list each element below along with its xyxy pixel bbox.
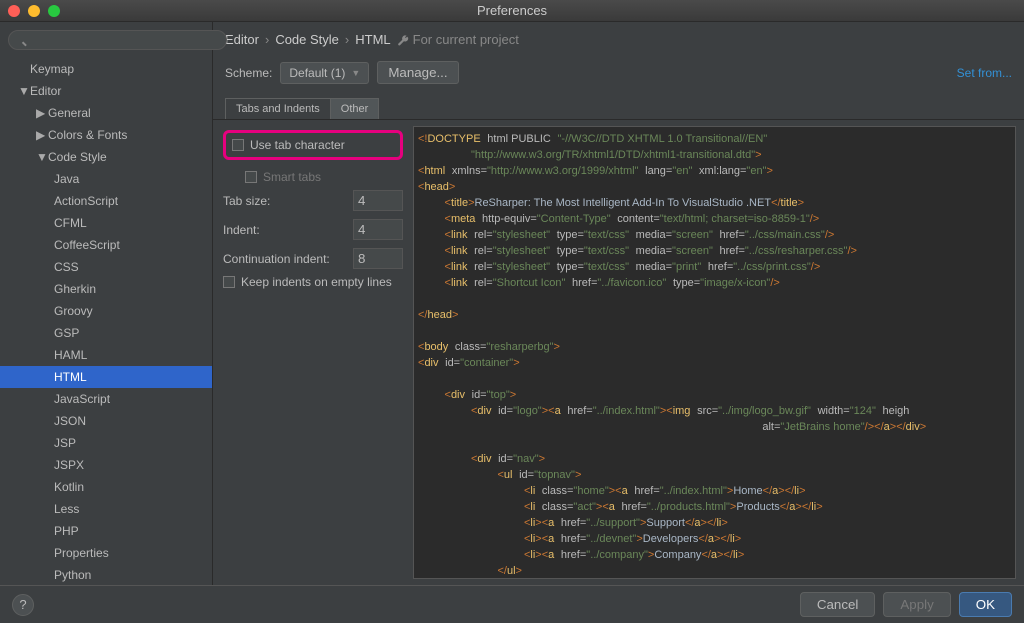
apply-button[interactable]: Apply: [883, 592, 950, 617]
search-wrap: [8, 30, 227, 50]
breadcrumb: Editor › Code Style › HTML For current p…: [213, 22, 1024, 55]
manage-button[interactable]: Manage...: [377, 61, 458, 84]
keep-indents-checkbox-row[interactable]: Keep indents on empty lines: [223, 273, 403, 291]
smart-tabs-label: Smart tabs: [263, 170, 321, 184]
sidebar-item-gsp[interactable]: GSP: [0, 322, 212, 344]
sidebar-item-cfml[interactable]: CFML: [0, 212, 212, 234]
checkbox-icon: [232, 139, 244, 151]
sidebar-item-kotlin[interactable]: Kotlin: [0, 476, 212, 498]
sidebar-item-actionscript[interactable]: ActionScript: [0, 190, 212, 212]
sidebar-item-editor[interactable]: ▼Editor: [0, 80, 212, 102]
search-row: ◀ ▶: [0, 22, 212, 58]
sidebar-item-javascript[interactable]: JavaScript: [0, 388, 212, 410]
smart-tabs-checkbox-row: Smart tabs: [223, 168, 403, 186]
ok-button[interactable]: OK: [959, 592, 1012, 617]
project-scope: For current project: [397, 32, 519, 47]
tab-size-row: Tab size:: [223, 186, 403, 215]
indent-label: Indent:: [223, 223, 260, 237]
titlebar: Preferences: [0, 0, 1024, 22]
sidebar-item-gherkin[interactable]: Gherkin: [0, 278, 212, 300]
cont-indent-row: Continuation indent:: [223, 244, 403, 273]
window-title: Preferences: [477, 3, 547, 18]
zoom-window-icon[interactable]: [48, 5, 60, 17]
sidebar-item-java[interactable]: Java: [0, 168, 212, 190]
indent-input[interactable]: [353, 219, 403, 240]
bottom-bar: ? Cancel Apply OK: [0, 585, 1024, 623]
highlight-use-tab: Use tab character: [223, 130, 403, 160]
indent-row: Indent:: [223, 215, 403, 244]
sidebar-item-haml[interactable]: HAML: [0, 344, 212, 366]
main-area: ◀ ▶ Keymap▼Editor▶General▶Colors & Fonts…: [0, 22, 1024, 585]
scheme-select[interactable]: Default (1) ▼: [280, 62, 369, 84]
tab-tabs-indents[interactable]: Tabs and Indents: [225, 98, 331, 119]
close-window-icon[interactable]: [8, 5, 20, 17]
sidebar-item-jsp[interactable]: JSP: [0, 432, 212, 454]
wrench-icon: [397, 34, 409, 46]
tab-size-label: Tab size:: [223, 194, 270, 208]
scheme-label: Scheme:: [225, 66, 272, 80]
settings-tree[interactable]: Keymap▼Editor▶General▶Colors & Fonts▼Cod…: [0, 58, 212, 585]
sidebar-item-css[interactable]: CSS: [0, 256, 212, 278]
cont-indent-input[interactable]: [353, 248, 403, 269]
sidebar-item-php[interactable]: PHP: [0, 520, 212, 542]
breadcrumb-seg: Code Style: [275, 32, 339, 47]
sidebar-item-keymap[interactable]: Keymap: [0, 58, 212, 80]
sidebar-item-jspx[interactable]: JSPX: [0, 454, 212, 476]
content-pane: Editor › Code Style › HTML For current p…: [213, 22, 1024, 585]
tab-size-input[interactable]: [353, 190, 403, 211]
sidebar: ◀ ▶ Keymap▼Editor▶General▶Colors & Fonts…: [0, 22, 213, 585]
tabs: Tabs and Indents Other: [213, 94, 1024, 120]
sidebar-item-json[interactable]: JSON: [0, 410, 212, 432]
cancel-button[interactable]: Cancel: [800, 592, 876, 617]
scheme-value: Default (1): [289, 66, 345, 80]
sidebar-item-less[interactable]: Less: [0, 498, 212, 520]
keep-indents-label: Keep indents on empty lines: [241, 275, 392, 289]
sidebar-item-properties[interactable]: Properties: [0, 542, 212, 564]
minimize-window-icon[interactable]: [28, 5, 40, 17]
help-button[interactable]: ?: [12, 594, 34, 616]
cont-indent-label: Continuation indent:: [223, 252, 330, 266]
traffic-lights: [8, 5, 60, 17]
code-preview: <!DOCTYPE html PUBLIC "-//W3C//DTD XHTML…: [413, 126, 1016, 579]
breadcrumb-seg: Editor: [225, 32, 259, 47]
sidebar-item-code-style[interactable]: ▼Code Style: [0, 146, 212, 168]
project-scope-label: For current project: [413, 32, 519, 47]
checkbox-icon: [245, 171, 257, 183]
scheme-row: Scheme: Default (1) ▼ Manage... Set from…: [213, 55, 1024, 94]
sidebar-item-colors-fonts[interactable]: ▶Colors & Fonts: [0, 124, 212, 146]
sidebar-item-general[interactable]: ▶General: [0, 102, 212, 124]
sidebar-item-python[interactable]: Python: [0, 564, 212, 585]
set-from-link[interactable]: Set from...: [957, 66, 1012, 80]
tab-other[interactable]: Other: [330, 98, 380, 119]
checkbox-icon: [223, 276, 235, 288]
use-tab-label: Use tab character: [250, 138, 345, 152]
chevron-down-icon: ▼: [351, 68, 360, 78]
chevron-right-icon: ›: [345, 32, 349, 47]
sidebar-item-html[interactable]: HTML: [0, 366, 212, 388]
tab-body: ◉ Use tab character Smart tabs Tab size:: [213, 120, 1024, 585]
chevron-right-icon: ›: [265, 32, 269, 47]
use-tab-checkbox-row[interactable]: Use tab character: [232, 136, 394, 154]
sidebar-item-coffeescript[interactable]: CoffeeScript: [0, 234, 212, 256]
settings-panel: ◉ Use tab character Smart tabs Tab size:: [213, 120, 413, 585]
breadcrumb-seg: HTML: [355, 32, 390, 47]
sidebar-item-groovy[interactable]: Groovy: [0, 300, 212, 322]
search-input[interactable]: [8, 30, 227, 50]
